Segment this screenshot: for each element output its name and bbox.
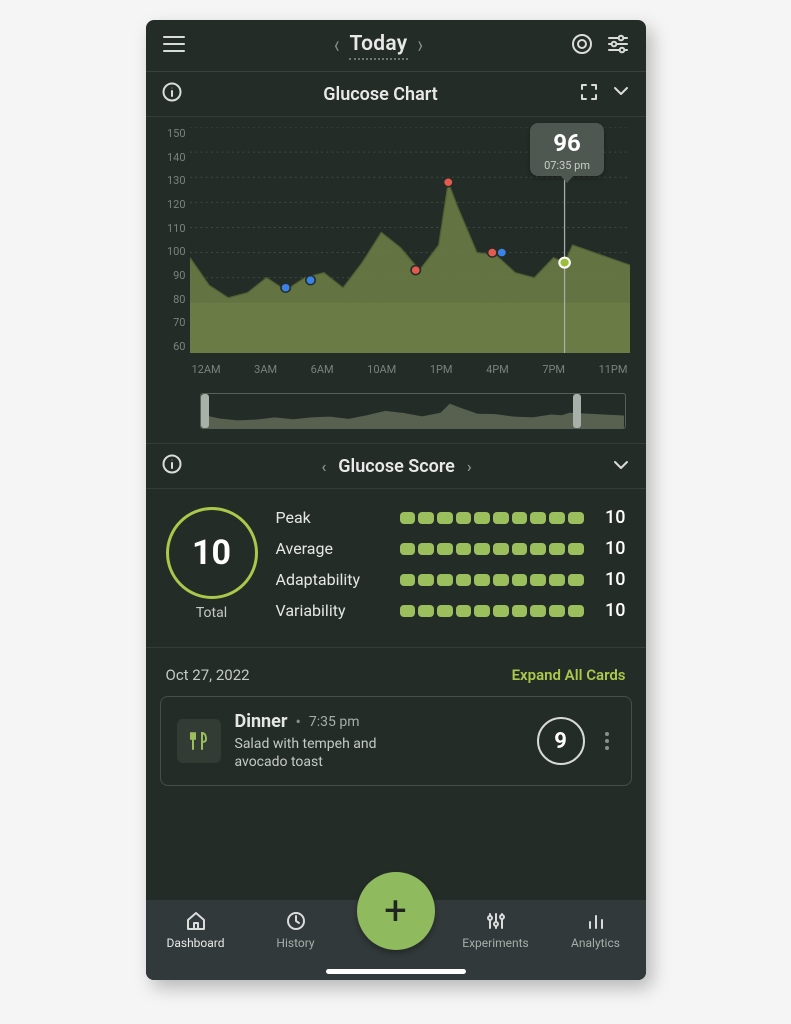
glucose-score-header: ‹ Glucose Score › [146,443,646,489]
score-pills [400,543,584,555]
glucose-chart-title: Glucose Chart [182,84,580,105]
score-row: Variability 10 [276,600,626,621]
add-button[interactable]: + [357,872,435,950]
score-rows: Peak 10 Average 10 Adaptability 10 Varia… [276,507,626,621]
menu-icon[interactable] [162,34,186,58]
score-pills [400,512,584,524]
score-value: 10 [596,569,626,590]
tab-analytics[interactable]: Analytics [556,910,636,950]
meal-card[interactable]: Dinner • 7:35 pm Salad with tempeh and a… [160,696,632,786]
score-next-button[interactable]: › [467,457,472,476]
meal-more-button[interactable] [599,729,615,753]
tab-dashboard[interactable]: Dashboard [156,910,236,950]
date-label[interactable]: Today [349,32,407,60]
meal-icon [177,719,221,763]
settings-icon[interactable] [607,34,629,58]
score-value: 10 [596,600,626,621]
score-label: Average [276,539,388,558]
chart-tooltip: 96 07:35 pm [530,123,604,176]
x-axis-labels: 12AM3AM6AM10AM1PM4PM7PM11PM [190,359,630,387]
target-icon[interactable] [571,33,593,59]
info-icon[interactable] [162,454,182,478]
tooltip-time: 07:35 pm [544,159,590,172]
chart-plot-area[interactable]: 96 07:35 pm [190,127,630,353]
meal-description: Salad with tempeh and avocado toast [235,736,425,771]
home-icon [185,910,207,932]
tab-experiments[interactable]: Experiments [456,910,536,950]
total-score-value: 10 [192,533,231,573]
info-icon[interactable] [162,82,182,106]
scrubber-handle-left[interactable] [201,394,209,428]
expand-all-button[interactable]: Expand All Cards [512,666,626,684]
bottom-tab-bar: Dashboard History _ Experiments Analytic… [146,900,646,980]
glucose-score-title: Glucose Score [338,456,455,477]
analytics-icon [585,910,607,932]
score-label: Adaptability [276,570,388,589]
sliders-icon [485,910,507,932]
score-prev-button[interactable]: ‹ [321,457,326,476]
total-score-label: Total [196,605,227,621]
scrubber-handle-right[interactable] [573,394,581,428]
next-day-button[interactable]: › [418,31,423,60]
tab-history[interactable]: History [256,910,336,950]
fullscreen-icon[interactable] [580,83,598,105]
tooltip-value: 96 [544,129,590,157]
home-indicator [326,969,466,974]
top-bar: ‹ Today › [146,20,646,72]
score-pills [400,605,584,617]
score-label: Variability [276,601,388,620]
meal-score: 9 [537,717,585,765]
meal-time: 7:35 pm [309,714,360,730]
log-date: Oct 27, 2022 [166,666,250,684]
chevron-down-icon[interactable] [612,83,630,105]
time-scrubber[interactable] [200,393,626,429]
score-value: 10 [596,538,626,559]
glucose-score-body: 10 Total Peak 10 Average 10 Adaptability… [146,489,646,648]
glucose-chart-header: Glucose Chart [146,72,646,117]
app-screen: ‹ Today › Glucose Chart [146,20,646,980]
score-label: Peak [276,508,388,527]
score-row: Peak 10 [276,507,626,528]
score-pills [400,574,584,586]
score-row: Average 10 [276,538,626,559]
y-axis-labels: 15014013012011010090807060 [156,127,186,353]
meal-title: Dinner [235,711,288,732]
prev-day-button[interactable]: ‹ [334,31,339,60]
score-row: Adaptability 10 [276,569,626,590]
log-date-row: Oct 27, 2022 Expand All Cards [146,648,646,696]
chevron-down-icon[interactable] [612,457,630,476]
score-value: 10 [596,507,626,528]
glucose-chart: 15014013012011010090807060 96 07:35 pm 1… [146,117,646,443]
total-score-ring: 10 [166,507,258,599]
history-icon [285,910,307,932]
